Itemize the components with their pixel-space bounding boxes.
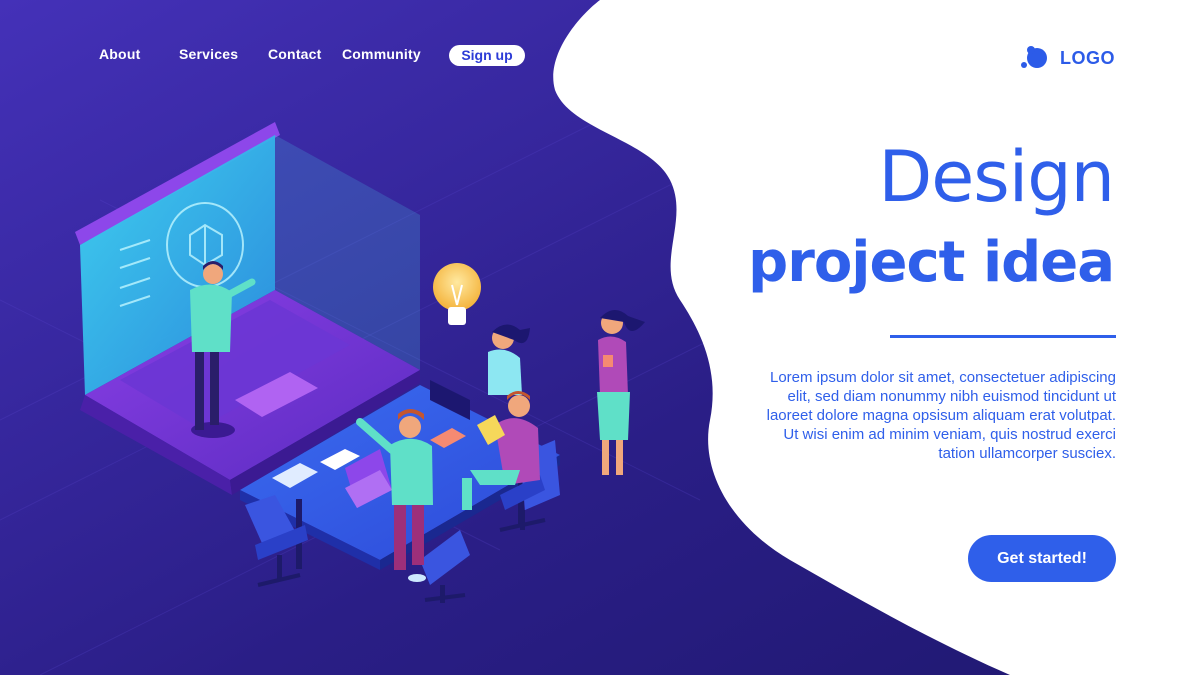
- nav-services[interactable]: Services: [179, 46, 238, 62]
- hero-title-line1: Design: [878, 136, 1115, 218]
- hero-title-line2: project idea: [748, 230, 1115, 295]
- nav-about[interactable]: About: [99, 46, 140, 62]
- logo-text: LOGO: [1060, 47, 1115, 68]
- get-started-button[interactable]: Get started!: [968, 535, 1116, 582]
- nav-contact[interactable]: Contact: [268, 46, 322, 62]
- logo-icon: [1021, 46, 1047, 68]
- logo[interactable]: LOGO: [1018, 44, 1115, 72]
- hero-description: Lorem ipsum dolor sit amet, consectetuer…: [766, 369, 1116, 462]
- signup-button[interactable]: Sign up: [449, 45, 525, 66]
- nav-community[interactable]: Community: [342, 46, 421, 62]
- title-divider: [890, 335, 1116, 338]
